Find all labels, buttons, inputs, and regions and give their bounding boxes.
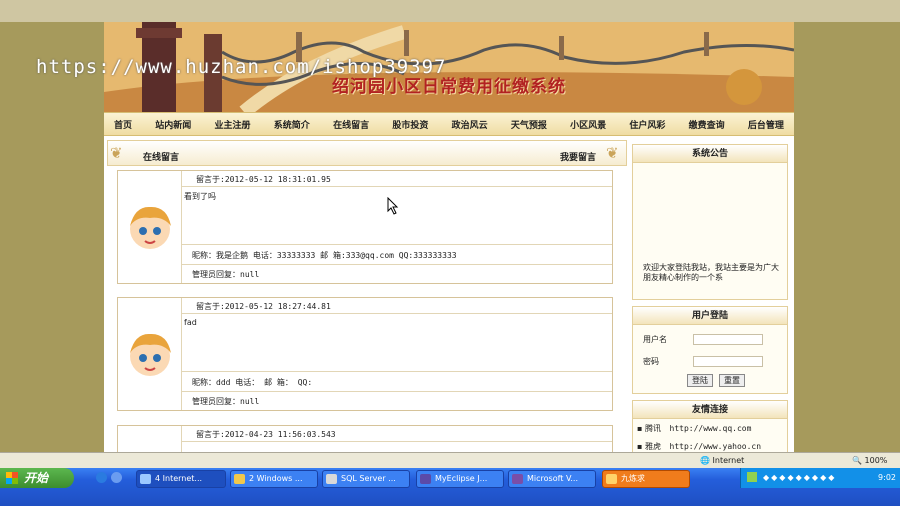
password-label: 密码 — [643, 357, 659, 366]
message-card: 留言于:2012-04-23 11:56:03.543 — [117, 425, 613, 452]
visual-studio-icon — [512, 474, 523, 484]
nav-admin[interactable]: 后台管理 — [748, 118, 784, 131]
password-input[interactable] — [693, 356, 763, 367]
username-input[interactable] — [693, 334, 763, 345]
start-button[interactable]: 开始 — [0, 468, 74, 488]
taskbar-item-windows[interactable]: 2 Windows ... — [230, 470, 318, 488]
links-title: 友情连接 — [633, 401, 787, 419]
zoom-control[interactable]: 🔍 100% — [852, 456, 887, 465]
taskbar-item-sqlserver[interactable]: SQL Server ... — [322, 470, 410, 488]
message-contact: 昵称：ddd 电话： 邮 箱： QQ: — [182, 372, 612, 392]
quick-launch — [96, 472, 126, 486]
friend-link[interactable]: ▪ 腾讯 http://www.qq.com — [637, 423, 751, 434]
ornament-icon: ❦ — [110, 144, 123, 162]
message-body: fad — [182, 314, 612, 372]
nav-weather[interactable]: 天气预报 — [511, 118, 547, 131]
avatar — [118, 171, 182, 283]
ornament-icon: ❦ — [606, 144, 619, 162]
mouse-cursor-icon — [387, 197, 399, 215]
login-box: 用户登陆 用户名 密码 登陆 重置 — [632, 306, 788, 394]
clock: 9:02 — [878, 473, 896, 482]
sidebar: 系统公告 欢迎大家登陆我站，我站主要是为广大朋友精心制作的一个系 用户登陆 用户… — [632, 140, 788, 452]
tray-status-icon[interactable] — [747, 472, 757, 482]
watermark: https://www.huzhan.com/ishop39397 — [36, 56, 447, 78]
message-card: 留言于:2012-05-12 18:31:01.95 看到了吗 昵称：我是企鹅 … — [117, 170, 613, 284]
screen: 绍河园小区日常费用征缴系统 首页 站内新闻 业主注册 系统简介 在线留言 股市投… — [0, 0, 900, 506]
nav-residents[interactable]: 住户风彩 — [629, 118, 665, 131]
reset-button[interactable]: 重置 — [719, 374, 745, 387]
zone-indicator: 🌐 Internet — [700, 456, 745, 465]
message-time: 留言于:2012-05-12 18:31:01.95 — [182, 171, 612, 187]
taskbar-item-myeclipse[interactable]: MyEclipse J... — [416, 470, 504, 488]
app-icon — [606, 474, 617, 484]
guestbook-header: ❦ 在线留言 我要留言 ❦ — [107, 140, 627, 166]
login-title: 用户登陆 — [633, 307, 787, 325]
folder-icon — [234, 474, 245, 484]
database-icon — [326, 474, 337, 484]
links-box: 友情连接 ▪ 腾讯 http://www.qq.com ▪ 雅虎 http://… — [632, 400, 788, 452]
message-body: 看到了吗 — [182, 187, 612, 245]
ie-icon — [140, 474, 151, 484]
eclipse-icon — [420, 474, 431, 484]
nav-guestbook[interactable]: 在线留言 — [333, 118, 369, 131]
message-contact: 昵称：我是企鹅 电话：33333333 邮 箱:333@qq.com QQ:33… — [182, 245, 612, 265]
web-page: 绍河园小区日常费用征缴系统 首页 站内新闻 业主注册 系统简介 在线留言 股市投… — [104, 22, 794, 452]
notice-text: 欢迎大家登陆我站，我站主要是为广大朋友精心制作的一个系 — [643, 263, 779, 282]
avatar-icon — [129, 333, 171, 376]
username-label: 用户名 — [643, 335, 667, 344]
notice-title: 系统公告 — [633, 145, 787, 163]
taskbar: 开始 4 Internet... 2 Windows ... SQL Serve… — [0, 468, 900, 506]
guestbook-panel: ❦ 在线留言 我要留言 ❦ 留言于:2012-05-12 18:31:01.95… — [107, 140, 627, 452]
nav-scenery[interactable]: 小区风景 — [570, 118, 606, 131]
message-card: 留言于:2012-05-12 18:27:44.81 fad 昵称：ddd 电话… — [117, 297, 613, 411]
browser-statusbar: 🌐 Internet 🔍 100% — [0, 452, 900, 468]
admin-reply: 管理员回复：null — [192, 270, 260, 279]
ie-icon[interactable] — [96, 472, 107, 483]
leave-message-link[interactable]: 我要留言 — [560, 150, 596, 163]
notice-box: 系统公告 欢迎大家登陆我站，我站主要是为广大朋友精心制作的一个系 — [632, 144, 788, 300]
system-tray: ◆◆◆◆◆◆◆◆◆ 9:02 — [740, 468, 900, 488]
avatar-icon — [129, 206, 171, 249]
desktop-icon[interactable] — [111, 472, 122, 483]
taskbar-item-microsoft[interactable]: Microsoft V... — [508, 470, 596, 488]
friend-link[interactable]: ▪ 雅虎 http://www.yahoo.cn — [637, 441, 761, 452]
browser-top-strip — [0, 0, 900, 22]
nav-stocks[interactable]: 股市投资 — [392, 118, 428, 131]
nav-news[interactable]: 站内新闻 — [155, 118, 191, 131]
avatar — [118, 298, 182, 410]
taskbar-item-internet[interactable]: 4 Internet... — [136, 470, 226, 488]
nav-register[interactable]: 业主注册 — [215, 118, 251, 131]
windows-logo-icon — [6, 472, 18, 484]
nav-about[interactable]: 系统简介 — [274, 118, 310, 131]
bullet-icon: ▪ — [637, 424, 645, 433]
nav-home[interactable]: 首页 — [114, 118, 132, 131]
login-button[interactable]: 登陆 — [687, 374, 713, 387]
admin-reply: 管理员回复：null — [192, 397, 260, 406]
tray-icons[interactable]: ◆◆◆◆◆◆◆◆◆ — [763, 473, 836, 482]
message-time: 留言于:2012-04-23 11:56:03.543 — [182, 426, 612, 442]
nav-politics[interactable]: 政治风云 — [452, 118, 488, 131]
nav-payment[interactable]: 缴费查询 — [689, 118, 725, 131]
message-time: 留言于:2012-05-12 18:27:44.81 — [182, 298, 612, 314]
bullet-icon: ▪ — [637, 442, 645, 451]
avatar — [118, 426, 182, 452]
taskbar-item-jiulian[interactable]: 九炼求 — [602, 470, 690, 488]
guestbook-title: 在线留言 — [143, 153, 180, 163]
main-nav: 首页 站内新闻 业主注册 系统简介 在线留言 股市投资 政治风云 天气预报 小区… — [104, 112, 794, 136]
